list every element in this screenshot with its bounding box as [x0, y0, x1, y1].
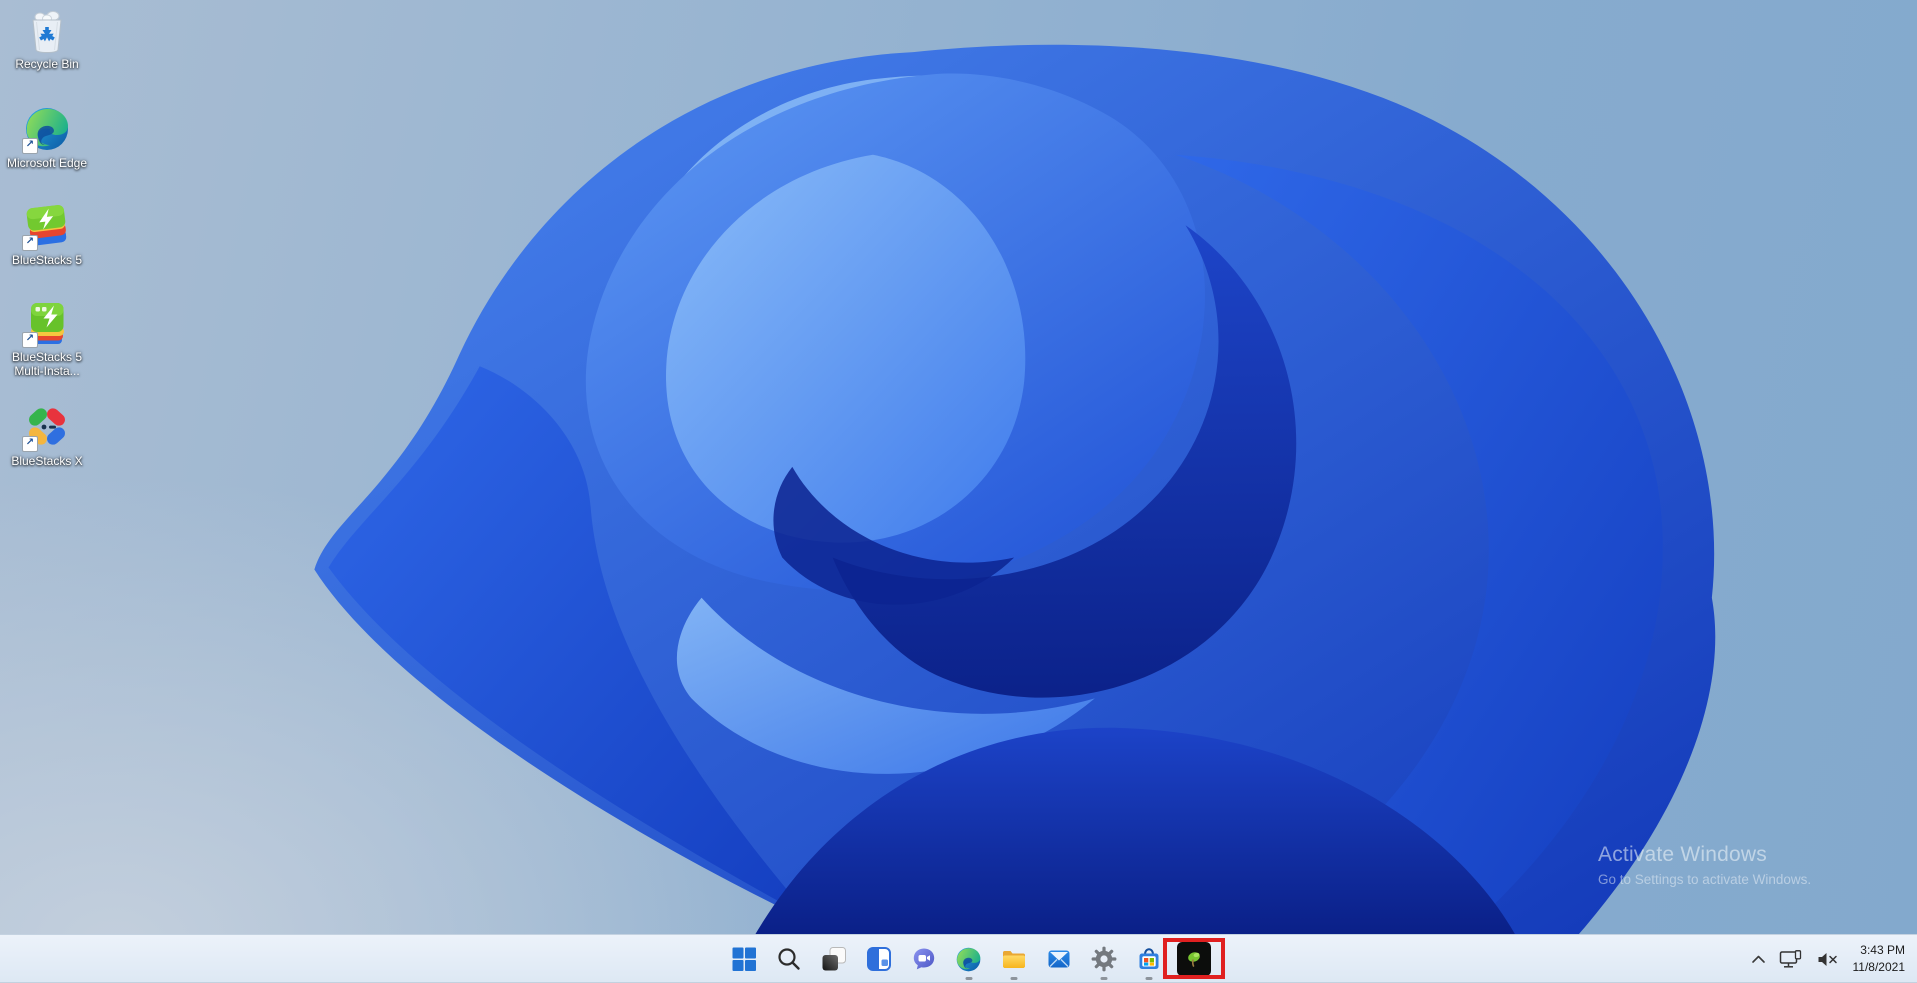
desktop-icon-label: BlueStacks X [11, 454, 83, 468]
desktop-icon-label: BlueStacks 5 [11, 253, 83, 267]
start-button[interactable] [721, 935, 766, 983]
shortcut-arrow-overlay: ↗ [22, 138, 38, 154]
desktop-icon-microsoft-edge[interactable]: ↗ Microsoft Edge [1, 105, 93, 170]
hidden-icons-chevron[interactable] [1749, 952, 1768, 966]
edge-icon [956, 947, 981, 971]
task-view-icon [822, 947, 846, 971]
search-icon [777, 948, 800, 970]
network-icon[interactable] [1777, 948, 1806, 971]
bluestacks-app-icon [1176, 942, 1211, 976]
mail-button[interactable] [1036, 935, 1081, 983]
running-indicator [1010, 977, 1017, 980]
taskbar-center-group [721, 935, 1225, 983]
search-button[interactable] [766, 935, 811, 983]
desktop-icon-recycle-bin[interactable]: ↗ Recycle Bin [1, 6, 93, 71]
bluestacks-app-button[interactable] [1162, 935, 1225, 983]
desktop-wallpaper [0, 0, 1917, 983]
desktop-icon-bluestacks-x[interactable]: ↗ BlueStacks X [1, 403, 93, 468]
widgets-icon [866, 947, 891, 971]
shortcut-arrow-overlay: ↗ [22, 436, 38, 452]
desktop-icon-label: Microsoft Edge [6, 156, 88, 170]
microsoft-store-icon [1139, 948, 1158, 969]
windows-logo-icon [732, 947, 756, 971]
task-view-button[interactable] [811, 935, 856, 983]
shortcut-arrow-overlay: ↗ [22, 332, 38, 348]
bluestacks5-multi-instance-icon: ↗ [22, 299, 71, 348]
desktop-icon-label: Recycle Bin [15, 57, 79, 71]
clock-time: 3:43 PM [1860, 943, 1905, 958]
desktop-icon-bluestacks-5[interactable]: ↗ BlueStacks 5 [1, 202, 93, 267]
file-explorer-icon [1002, 951, 1025, 968]
edge-icon: ↗ [22, 105, 71, 154]
windows-bloom-artwork [314, 44, 1716, 940]
volume-muted-icon[interactable] [1815, 950, 1840, 969]
gear-icon [1091, 946, 1116, 972]
bluestacks5-icon: ↗ [22, 202, 71, 251]
shortcut-arrow-overlay: ↗ [22, 235, 38, 251]
running-indicator [965, 977, 972, 980]
teams-chat-icon [913, 948, 934, 970]
clock-date: 11/8/2021 [1852, 960, 1906, 974]
running-indicator [1145, 977, 1152, 980]
mail-icon [1048, 950, 1069, 968]
settings-button[interactable] [1081, 935, 1126, 983]
chat-button[interactable] [901, 935, 946, 983]
desktop-icon-label: BlueStacks 5 Multi-Insta... [11, 350, 83, 379]
widgets-button[interactable] [856, 935, 901, 983]
recycle-bin-icon: ↗ [23, 6, 71, 54]
desktop-icon-bluestacks-5-multi-instance[interactable]: ↗ BlueStacks 5 Multi-Insta... [1, 299, 93, 378]
file-explorer-button[interactable] [991, 935, 1036, 983]
watermark-subtitle: Go to Settings to activate Windows. [1598, 872, 1812, 887]
taskbar: 3:43 PM 11/8/2021 [0, 934, 1917, 983]
bluestacks-x-icon: ↗ [22, 403, 71, 452]
watermark-title: Activate Windows [1598, 843, 1767, 866]
taskbar-clock[interactable]: 3:43 PM 11/8/2021 [1853, 942, 1906, 976]
activate-windows-watermark: Activate Windows Go to Settings to activ… [1598, 843, 1811, 887]
system-tray: 3:43 PM 11/8/2021 [1749, 935, 1917, 983]
edge-browser-button[interactable] [946, 935, 991, 983]
running-indicator [1100, 977, 1107, 980]
microsoft-store-button[interactable] [1126, 935, 1171, 983]
